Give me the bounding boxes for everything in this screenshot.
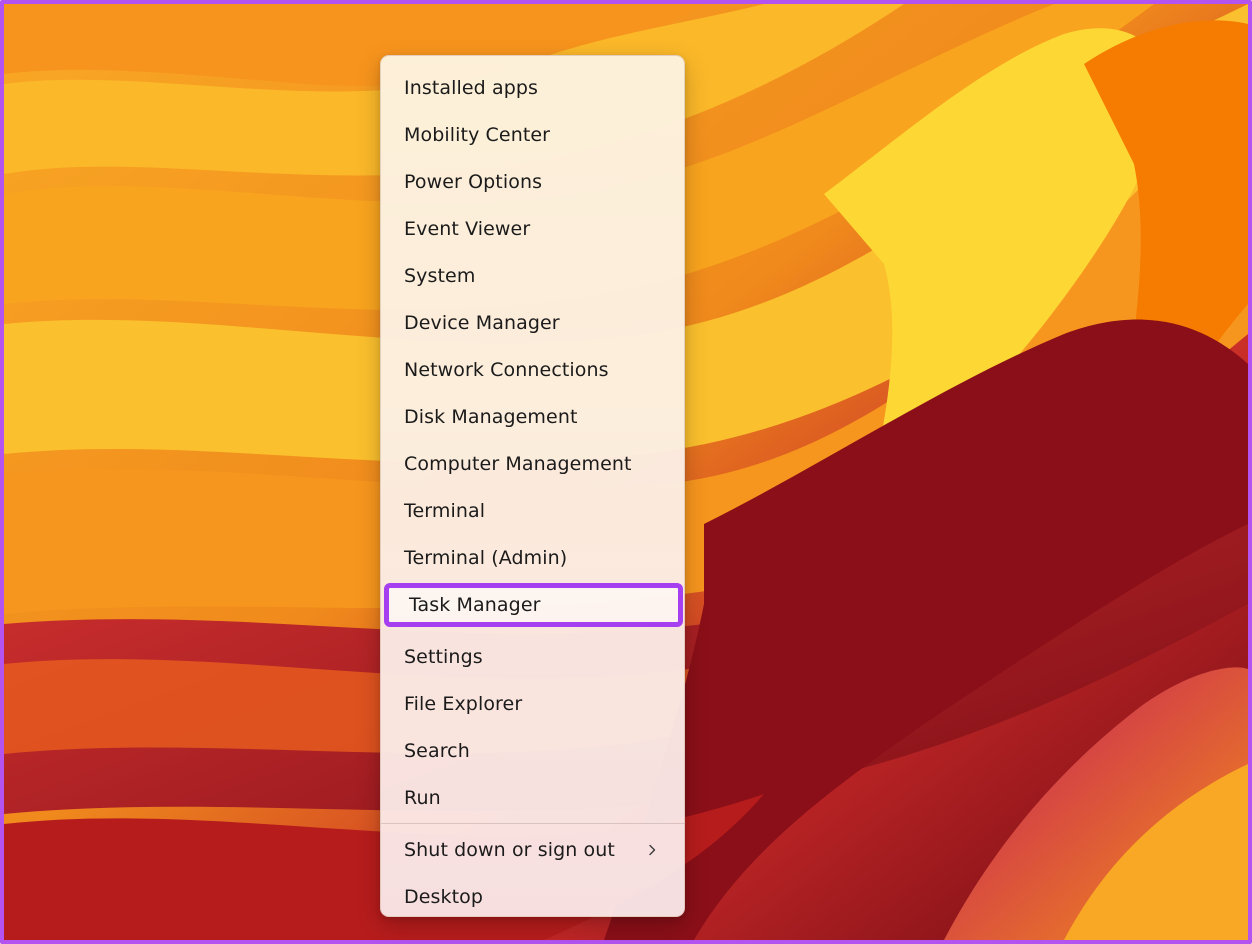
menu-item-device-manager[interactable]: Device Manager <box>381 303 686 343</box>
chevron-right-icon <box>649 844 656 856</box>
menu-item-label: Network Connections <box>404 359 609 381</box>
menu-item-desktop[interactable]: Desktop <box>381 877 686 917</box>
menu-item-label: Desktop <box>404 886 484 908</box>
menu-item-label: Terminal <box>404 500 486 522</box>
menu-item-terminal-admin[interactable]: Terminal (Admin) <box>381 538 686 578</box>
menu-item-label: Settings <box>404 646 483 668</box>
menu-item-label: Mobility Center <box>404 124 551 146</box>
menu-item-label: Task Manager <box>409 594 541 616</box>
menu-item-label: Terminal (Admin) <box>404 547 568 569</box>
menu-item-label: System <box>404 265 476 287</box>
menu-item-computer-management[interactable]: Computer Management <box>381 444 686 484</box>
quick-link-menu: Installed apps Mobility Center Power Opt… <box>380 55 686 917</box>
menu-item-label: Power Options <box>404 171 543 193</box>
menu-item-search[interactable]: Search <box>381 731 686 771</box>
menu-item-power-options[interactable]: Power Options <box>381 162 686 202</box>
menu-item-network-connections[interactable]: Network Connections <box>381 350 686 390</box>
menu-item-label: Device Manager <box>404 312 560 334</box>
menu-separator <box>381 823 686 824</box>
menu-item-label: File Explorer <box>404 693 523 715</box>
menu-item-terminal[interactable]: Terminal <box>381 491 686 531</box>
menu-item-file-explorer[interactable]: File Explorer <box>381 684 686 724</box>
menu-item-label: Computer Management <box>404 453 632 475</box>
menu-item-label: Run <box>404 787 441 809</box>
menu-item-label: Event Viewer <box>404 218 531 240</box>
menu-item-run[interactable]: Run <box>381 778 686 818</box>
menu-item-label: Search <box>404 740 470 762</box>
menu-item-task-manager[interactable]: Task Manager <box>384 583 683 627</box>
menu-item-label: Installed apps <box>404 77 539 99</box>
menu-item-event-viewer[interactable]: Event Viewer <box>381 209 686 249</box>
menu-item-system[interactable]: System <box>381 256 686 296</box>
menu-item-settings[interactable]: Settings <box>381 637 686 677</box>
menu-item-mobility-center[interactable]: Mobility Center <box>381 115 686 155</box>
menu-item-label: Shut down or sign out <box>404 839 615 861</box>
menu-item-disk-management[interactable]: Disk Management <box>381 397 686 437</box>
menu-item-shut-down-or-sign-out[interactable]: Shut down or sign out <box>381 830 686 870</box>
menu-item-installed-apps[interactable]: Installed apps <box>381 68 686 108</box>
menu-item-label: Disk Management <box>404 406 578 428</box>
